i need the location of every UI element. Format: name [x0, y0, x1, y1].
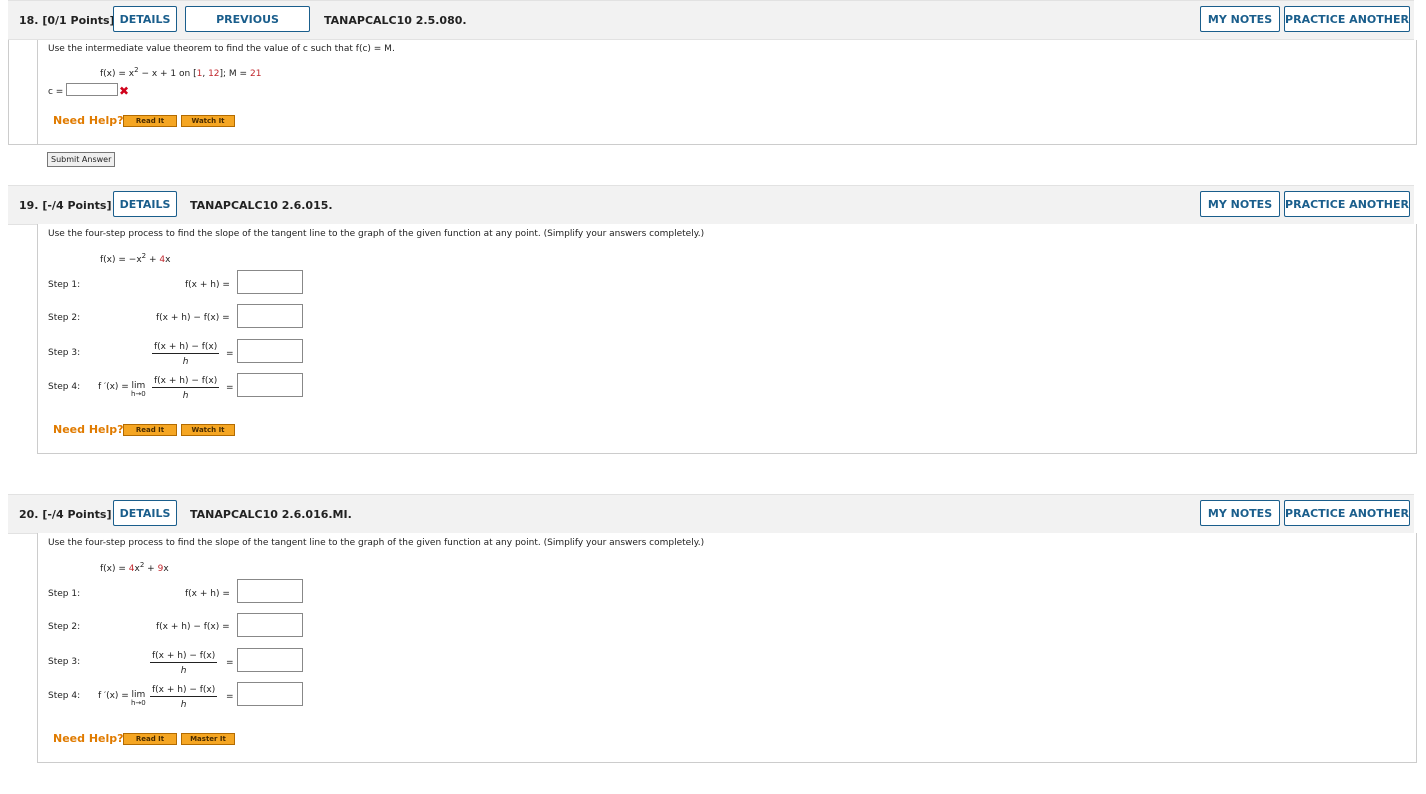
- q20-step2-input[interactable]: [237, 613, 303, 637]
- q20-step3-input[interactable]: [237, 648, 303, 672]
- q18-watch-it-button[interactable]: Watch It: [181, 115, 235, 127]
- q18-body: Use the intermediate value theorem to fi…: [37, 40, 1417, 145]
- q19-step2-input[interactable]: [237, 304, 303, 328]
- q18-c-input[interactable]: [66, 83, 118, 96]
- q18-header: 18. [0/1 Points] DETAILS PREVIOUS ANSWER…: [8, 0, 1414, 52]
- q19-step2-expr: f(x + h) − f(x) =: [156, 313, 230, 323]
- q18-code: TANAPCALC10 2.5.080.: [324, 14, 467, 27]
- q20-function: f(x) = 4x2 + 9x: [100, 561, 169, 574]
- q19-step4-equals: =: [226, 383, 234, 393]
- q20-instruction: Use the four-step process to find the sl…: [48, 538, 705, 548]
- q18-my-notes-button[interactable]: MY NOTES: [1200, 6, 1280, 32]
- q19-body: Use the four-step process to find the sl…: [37, 224, 1417, 454]
- q18-practice-another-button[interactable]: PRACTICE ANOTHER: [1284, 6, 1410, 32]
- q19-need-help: Need Help?: [53, 423, 124, 436]
- q19-step4-deriv: f ′(x) =: [98, 382, 129, 392]
- q19-read-it-button[interactable]: Read It: [123, 424, 177, 436]
- q19-number-points: 19. [-/4 Points]: [19, 199, 112, 212]
- q19-details-button[interactable]: DETAILS: [113, 191, 177, 217]
- q18-instruction: Use the intermediate value theorem to fi…: [48, 44, 395, 54]
- q19-step2-label: Step 2:: [48, 313, 81, 323]
- q20-step4-label: Step 4:: [48, 691, 81, 701]
- q18-c-label: c =: [48, 87, 64, 97]
- q18-bottom-rule: [8, 144, 1415, 145]
- q20-practice-another-button[interactable]: PRACTICE ANOTHER: [1284, 500, 1410, 526]
- q20-read-it-button[interactable]: Read It: [123, 733, 177, 745]
- q19-step4-limit: lim h→0: [131, 381, 146, 398]
- q18-details-button[interactable]: DETAILS: [113, 6, 177, 32]
- q20-header: 20. [-/4 Points] DETAILS TANAPCALC10 2.6…: [8, 494, 1414, 534]
- q20-step2-expr: f(x + h) − f(x) =: [156, 622, 230, 632]
- q18-number-points: 18. [0/1 Points]: [19, 14, 115, 27]
- q19-step4-fraction: f(x + h) − f(x) h: [152, 376, 220, 401]
- q19-header: 19. [-/4 Points] DETAILS TANAPCALC10 2.6…: [8, 185, 1414, 225]
- q20-step4-input[interactable]: [237, 682, 303, 706]
- q20-step3-fraction: f(x + h) − f(x) h: [150, 651, 218, 676]
- q20-details-button[interactable]: DETAILS: [113, 500, 177, 526]
- q19-watch-it-button[interactable]: Watch It: [181, 424, 235, 436]
- q20-number-points: 20. [-/4 Points]: [19, 508, 112, 521]
- q20-code: TANAPCALC10 2.6.016.MI.: [190, 508, 352, 521]
- q19-step4-input[interactable]: [237, 373, 303, 397]
- q18-read-it-button[interactable]: Read It: [123, 115, 177, 127]
- q20-need-help: Need Help?: [53, 732, 124, 745]
- q20-step4-equals: =: [226, 692, 234, 702]
- q20-body: Use the four-step process to find the sl…: [37, 533, 1417, 763]
- q19-step3-input[interactable]: [237, 339, 303, 363]
- q19-step1-input[interactable]: [237, 270, 303, 294]
- q19-code: TANAPCALC10 2.6.015.: [190, 199, 333, 212]
- q19-step1-expr: f(x + h) =: [185, 280, 230, 290]
- q19-function: f(x) = −x2 + 4x: [100, 252, 171, 265]
- q20-master-it-button[interactable]: Master It: [181, 733, 235, 745]
- q19-my-notes-button[interactable]: MY NOTES: [1200, 191, 1280, 217]
- q19-step3-equals: =: [226, 349, 234, 359]
- q20-step3-label: Step 3:: [48, 657, 81, 667]
- q20-step1-expr: f(x + h) =: [185, 589, 230, 599]
- q18-function: f(x) = x2 − x + 1 on [1, 12]; M = 21: [100, 66, 262, 79]
- q20-step4-limit: lim h→0: [131, 690, 146, 707]
- incorrect-icon: ✖: [119, 84, 130, 98]
- q20-step4-fraction: f(x + h) − f(x) h: [150, 685, 218, 710]
- q18-left-rule: [8, 40, 38, 144]
- q19-instruction: Use the four-step process to find the sl…: [48, 229, 705, 239]
- q19-practice-another-button[interactable]: PRACTICE ANOTHER: [1284, 191, 1410, 217]
- q18-submit-button[interactable]: Submit Answer: [47, 152, 116, 167]
- q20-my-notes-button[interactable]: MY NOTES: [1200, 500, 1280, 526]
- q20-step2-label: Step 2:: [48, 622, 81, 632]
- q18-need-help: Need Help?: [53, 114, 124, 127]
- q18-previous-answers-button[interactable]: PREVIOUS ANSWERS: [185, 6, 310, 52]
- q19-step4-label: Step 4:: [48, 382, 81, 392]
- q20-step3-equals: =: [226, 658, 234, 668]
- q19-step1-label: Step 1:: [48, 280, 81, 290]
- q19-step3-label: Step 3:: [48, 348, 81, 358]
- q20-step1-label: Step 1:: [48, 589, 81, 599]
- q19-step3-fraction: f(x + h) − f(x) h: [152, 342, 220, 367]
- q20-step1-input[interactable]: [237, 579, 303, 603]
- q20-step4-deriv: f ′(x) =: [98, 691, 129, 701]
